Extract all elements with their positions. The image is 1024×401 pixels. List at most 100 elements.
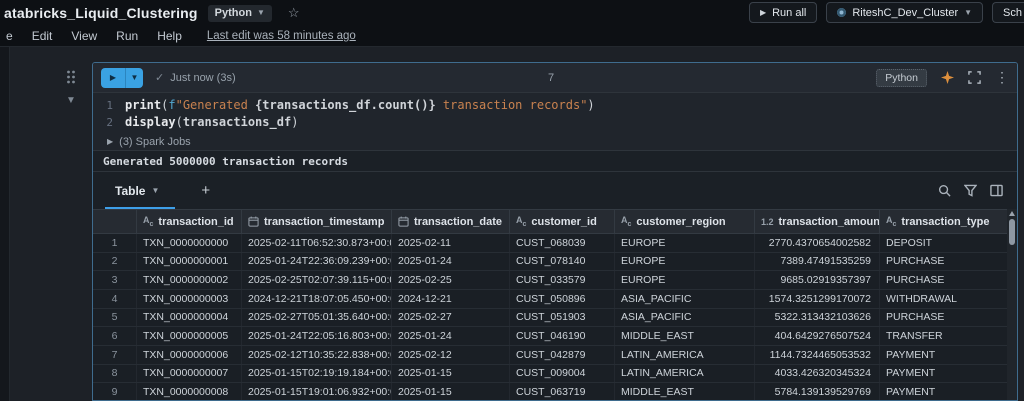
table-cell: 2024-12-21 — [392, 290, 510, 308]
drag-handle-icon[interactable] — [66, 70, 76, 84]
table-scrollbar[interactable] — [1007, 209, 1017, 401]
column-header-customer_region[interactable]: Ac customer_region — [615, 210, 755, 233]
table-cell: 9685.02919357397 — [755, 271, 880, 289]
column-header-transaction_amount[interactable]: 1.2transaction_amount — [755, 210, 880, 233]
code-text: display(transactions_df) — [125, 114, 298, 131]
calendar-clock-icon — [248, 216, 259, 227]
table-cell: 1144.7324465053532 — [755, 346, 880, 364]
table-cell: ASIA_PACIFIC — [615, 309, 755, 327]
expand-fullscreen-icon[interactable] — [968, 71, 981, 84]
table-cell: 5784.139139529769 — [755, 383, 880, 401]
table-cell: 2025-01-15 — [392, 383, 510, 401]
table-row[interactable]: 6TXN_00000000052025-01-24T22:05:16.803+0… — [93, 327, 1017, 346]
table-row[interactable]: 9TXN_00000000082025-01-15T19:01:06.932+0… — [93, 383, 1017, 401]
table-cell: EUROPE — [615, 253, 755, 271]
row-number: 3 — [93, 271, 137, 289]
code-editor[interactable]: 1print(f"Generated {transactions_df.coun… — [93, 93, 1017, 133]
tab-table-label: Table — [115, 184, 145, 198]
table-row[interactable]: 8TXN_00000000072025-01-15T02:19:19.184+0… — [93, 365, 1017, 384]
favorite-star-icon[interactable]: ☆ — [288, 5, 300, 21]
column-label: transaction_amount — [779, 216, 880, 228]
run-options-chevron-icon[interactable]: ▼ — [126, 68, 143, 88]
table-cell: 2025-02-25T02:07:39.115+00:00 — [242, 271, 392, 289]
run-cell-button[interactable]: ▶ ▼ — [101, 68, 143, 88]
code-line[interactable]: 2display(transactions_df) — [93, 114, 1017, 131]
table-cell: CUST_068039 — [510, 234, 615, 252]
table-cell: WITHDRAWAL — [880, 290, 1017, 308]
table-cell: PURCHASE — [880, 253, 1017, 271]
cell-position-number: 7 — [548, 72, 554, 84]
schedule-button[interactable]: Sch — [992, 2, 1024, 23]
cell-menu-kebab-icon[interactable]: ⋮ — [995, 69, 1009, 86]
menu-item-help[interactable]: Help — [157, 29, 182, 43]
cluster-selector[interactable]: RiteshC_Dev_Cluster ▼ — [826, 2, 983, 23]
results-tab-bar: Table ▼ + — [93, 171, 1017, 209]
menu-item-run[interactable]: Run — [116, 29, 138, 43]
string-type-icon: Ac — [621, 215, 631, 228]
table-row[interactable]: 4TXN_00000000032024-12-21T18:07:05.450+0… — [93, 290, 1017, 309]
table-cell: TRANSFER — [880, 327, 1017, 345]
add-visualization-button[interactable]: + — [201, 182, 210, 199]
table-cell: TXN_0000000005 — [137, 327, 242, 345]
top-bar: atabricks_Liquid_Clustering Python ▼ ☆ ▶… — [0, 0, 1024, 26]
table-cell: CUST_009004 — [510, 365, 615, 383]
code-lines: 1print(f"Generated {transactions_df.coun… — [93, 97, 1017, 131]
language-selector-label: Python — [215, 7, 252, 19]
table-cell: 2025-02-27T05:01:35.640+00:00 — [242, 309, 392, 327]
table-row[interactable]: 5TXN_00000000042025-02-27T05:01:35.640+0… — [93, 309, 1017, 328]
tab-table[interactable]: Table ▼ — [111, 172, 163, 209]
table-cell: TXN_0000000003 — [137, 290, 242, 308]
table-cell: PAYMENT — [880, 383, 1017, 401]
row-number: 5 — [93, 309, 137, 327]
scroll-up-arrow-icon[interactable] — [1009, 211, 1015, 216]
menu-item-e[interactable]: e — [6, 29, 13, 43]
menu-item-view[interactable]: View — [71, 29, 97, 43]
row-number: 8 — [93, 365, 137, 383]
assistant-sparkle-icon[interactable] — [941, 71, 954, 84]
run-all-button[interactable]: ▶ Run all — [749, 2, 817, 23]
column-label: transaction_id — [158, 216, 233, 228]
column-header-transaction_date[interactable]: transaction_date — [392, 210, 510, 233]
spark-jobs-expander[interactable]: ▶ (3) Spark Jobs — [93, 133, 1017, 150]
row-number: 2 — [93, 253, 137, 271]
code-line[interactable]: 1print(f"Generated {transactions_df.coun… — [93, 97, 1017, 114]
table-cell: DEPOSIT — [880, 234, 1017, 252]
search-icon[interactable] — [938, 184, 951, 197]
menu-item-edit[interactable]: Edit — [32, 29, 53, 43]
line-number: 2 — [93, 114, 125, 131]
row-number: 4 — [93, 290, 137, 308]
side-panel-icon[interactable] — [990, 184, 1003, 197]
menu-items: e Edit View Run Help — [6, 29, 201, 43]
table-cell: TXN_0000000000 — [137, 234, 242, 252]
table-cell: CUST_046190 — [510, 327, 615, 345]
scrollbar-thumb[interactable] — [1009, 219, 1015, 245]
table-row[interactable]: 7TXN_00000000062025-02-12T10:35:22.838+0… — [93, 346, 1017, 365]
table-cell: MIDDLE_EAST — [615, 327, 755, 345]
column-header-customer_id[interactable]: Accustomer_id — [510, 210, 615, 233]
table-row[interactable]: 2TXN_00000000012025-01-24T22:36:09.239+0… — [93, 253, 1017, 272]
table-row[interactable]: 1TXN_00000000002025-02-11T06:52:30.873+0… — [93, 234, 1017, 253]
filter-icon[interactable] — [964, 184, 977, 197]
column-header-transaction_type[interactable]: Actransaction_type — [880, 210, 1017, 233]
column-label: customer_region — [636, 216, 725, 228]
left-panel-edge — [0, 47, 10, 401]
column-header-transaction_timestamp[interactable]: transaction_timestamp — [242, 210, 392, 233]
last-edit-link[interactable]: Last edit was 58 minutes ago — [207, 30, 356, 42]
cell-language-badge[interactable]: Python — [876, 69, 927, 87]
play-icon: ▶ — [760, 8, 766, 17]
language-selector[interactable]: Python ▼ — [208, 5, 272, 22]
table-cell: PURCHASE — [880, 309, 1017, 327]
cell-toolbar: ▶ ▼ ✓ Just now (3s) 7 Python ⋮ — [93, 63, 1017, 93]
table-header: Actransaction_idtransaction_timestamptra… — [93, 209, 1017, 234]
table-cell: EUROPE — [615, 271, 755, 289]
table-cell: LATIN_AMERICA — [615, 346, 755, 364]
table-cell: 2025-01-24T22:05:16.803+00:00 — [242, 327, 392, 345]
table-cell: 2025-01-15T02:19:19.184+00:00 — [242, 365, 392, 383]
table-row[interactable]: 3TXN_00000000022025-02-25T02:07:39.115+0… — [93, 271, 1017, 290]
row-number-header — [93, 210, 137, 233]
play-icon[interactable]: ▶ — [101, 68, 126, 88]
table-cell: CUST_042879 — [510, 346, 615, 364]
column-header-transaction_id[interactable]: Actransaction_id — [137, 210, 242, 233]
chevron-down-icon: ▼ — [964, 9, 972, 17]
collapse-cell-icon[interactable]: ▼ — [66, 95, 76, 106]
